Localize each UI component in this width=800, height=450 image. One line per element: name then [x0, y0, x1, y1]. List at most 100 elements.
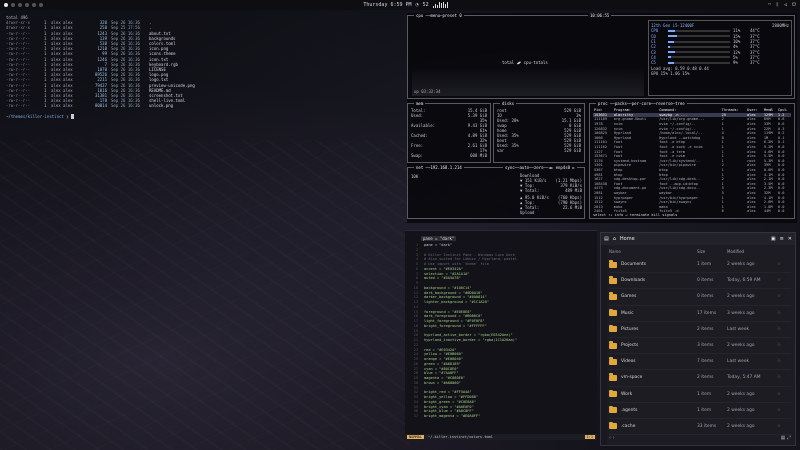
disks-box: disks root 529 GiB IO 3% Used: 28% 15.1 GiB sw… — [493, 101, 585, 163]
folder-name: Downloads — [621, 278, 646, 284]
mem-stat-label: Free: — [411, 143, 424, 148]
folder-name-cell: Games — [609, 292, 697, 300]
folder-size: 17 items — [697, 310, 717, 316]
cpu-core-usage: 15% — [733, 33, 741, 39]
star-icon[interactable]: ☆ — [777, 392, 785, 397]
cpu-core-temp: 44°C — [750, 28, 760, 34]
folder-icon — [609, 389, 617, 398]
workspace-6[interactable] — [39, 3, 43, 7]
star-icon[interactable]: ☆ — [777, 343, 785, 348]
cpu-box: cpu ──menu─preset 0 10:06:55 total ◢◤ cp… — [407, 13, 795, 99]
folder-name: .cache — [621, 423, 636, 429]
folder-row[interactable]: .cache 33 items 2 weeks ago ☆ — [609, 419, 791, 436]
column-modified[interactable]: Modified — [727, 249, 777, 254]
column-headers: Name Size Modified — [609, 247, 791, 255]
net-box-title[interactable]: net ──192.168.1.214 — [414, 165, 464, 170]
folder-size: 1 item — [697, 407, 712, 413]
star-icon[interactable]: ☆ — [777, 424, 785, 429]
star-icon[interactable]: ☆ — [777, 359, 785, 364]
line-text: bright_foreground = "#FFFFFF" — [424, 323, 487, 328]
power-icon[interactable]: ⏻ — [792, 2, 796, 8]
column-name[interactable]: Name — [609, 249, 697, 254]
file-owner: alex alex — [51, 103, 73, 109]
disks-box-title[interactable]: disks — [500, 101, 517, 106]
folder-row[interactable]: Documents 1 item 2 weeks ago ☆ — [609, 257, 791, 274]
mem-stats: Total: 15.4 GiB Used: 5.39 GiB 35% Available:… — [411, 108, 487, 158]
cpu-core-name: C1 — [651, 39, 656, 45]
grid-view-icon[interactable]: ▦ ⤢ — [781, 435, 791, 443]
cpu-core-usage: 5% — [733, 54, 738, 60]
cpu-core-bar — [668, 29, 730, 32]
workspace-1[interactable] — [4, 3, 8, 7]
wifi-icon[interactable]: ◠ — [768, 2, 771, 8]
folder-row[interactable]: Games 0 items 2 weeks ago ☆ — [609, 289, 791, 306]
column-size[interactable]: Size — [697, 249, 727, 254]
star-icon[interactable]: ☆ — [777, 294, 785, 299]
cpu-core-name: C0 — [651, 33, 656, 39]
file-name: unlock.png — [149, 103, 174, 109]
battery-label: 52 — [422, 2, 429, 8]
workspace-3[interactable] — [18, 3, 22, 7]
star-icon[interactable]: ☆ — [777, 408, 785, 413]
workspace-2[interactable] — [11, 3, 15, 7]
editor-line[interactable]: 37 bright_magenta = "#E0A0FF" — [407, 414, 597, 419]
sidebar-toggle-icon[interactable]: ▤ — [604, 236, 609, 242]
cpu-box-title[interactable]: cpu ──menu─preset 0 — [414, 13, 464, 18]
star-icon[interactable]: ☆ — [777, 327, 785, 332]
line-text: pane = "dark" — [424, 243, 453, 247]
new-folder-icon[interactable]: ▣ — [771, 236, 776, 242]
clock[interactable]: Thursday 6:59 PM — [363, 2, 411, 8]
folder-row[interactable]: Videos 7 items Last week ☆ — [609, 354, 791, 371]
nvim-editor[interactable]: pane = "dark" 1 pane = "dark" 2 3 # Killer I… — [405, 230, 597, 440]
folder-row[interactable]: Downloads 0 items Today, 6:59 AM ☆ — [609, 273, 791, 290]
btop-window[interactable]: cpu ──menu─preset 0 10:06:55 total ◢◤ cp… — [407, 13, 797, 223]
folder-icon — [609, 373, 617, 381]
cpu-core-bar — [668, 61, 730, 64]
star-icon[interactable]: ☆ — [777, 278, 785, 283]
star-icon[interactable]: ☆ — [777, 375, 785, 380]
star-icon[interactable]: ☆ — [777, 311, 785, 316]
mem-box: mem Total: 15.4 GiB Used: 5.39 GiB 35% Availa… — [407, 101, 491, 163]
terminal-window[interactable]: total 496 drwxr-xr-x 1 alex alex 320 Sep 26 … — [2, 13, 402, 133]
folder-row[interactable]: vm-space 2 items Today, 5:47 AM ☆ — [609, 370, 791, 387]
cpu-graph-label: total ◢◤ cpu-totals — [502, 60, 548, 65]
folder-row[interactable]: .agents 1 item 2 weeks ago ☆ — [609, 403, 791, 419]
folder-modified: 2 weeks ago — [727, 391, 755, 397]
star-icon[interactable]: ☆ — [777, 262, 785, 267]
folder-icon — [609, 276, 617, 284]
folder-icon — [609, 357, 617, 365]
file-list: Documents 1 item 2 weeks ago ☆ Downloads 0 it… — [609, 257, 791, 436]
folder-row[interactable]: Projects 3 items 2 weeks ago ☆ — [609, 338, 791, 355]
folder-modified: Today, 6:59 AM — [727, 278, 761, 284]
folder-row[interactable]: Work 1 item 2 weeks ago ☆ — [609, 387, 791, 403]
cpu-core-usage: 11% — [733, 28, 741, 34]
editor-buffer[interactable]: 1 pane = "dark" 2 3 # Killer Instinct Pane -… — [407, 243, 597, 419]
line-text: bright_magenta = "#E0A0FF" — [424, 414, 481, 418]
nav-arrows-icon[interactable]: ‹ › — [609, 435, 615, 443]
workspace-5[interactable] — [32, 3, 36, 7]
folder-row[interactable]: Pictures 2 items Last week ☆ — [609, 322, 791, 338]
shell-prompt[interactable]: ~/themes/killer-instinct ❯ — [6, 114, 398, 120]
bluetooth-icon[interactable]: ᛒ — [776, 2, 779, 8]
line-text: muted = "#5A5A78" — [424, 276, 461, 281]
link-count: 1 — [44, 103, 47, 109]
volume-icon[interactable]: ◁ — [784, 2, 787, 8]
folder-size: 0 items — [697, 278, 714, 284]
workspace-4[interactable] — [25, 3, 29, 7]
mem-stat-label: Cached: — [411, 133, 428, 138]
folder-name-cell: vm-space — [609, 373, 697, 381]
folder-modified: 2 weeks ago — [727, 262, 755, 268]
workspace-indicators — [4, 3, 43, 7]
mem-box-title[interactable]: mem — [414, 101, 426, 106]
file-manager-window[interactable]: ▤ ⌂ Home ▣ ≡ ✕ Name Size Modified Docume… — [600, 232, 796, 446]
folder-row[interactable]: Music 17 items 3 weeks ago ☆ — [609, 306, 791, 322]
cpu-core-temp: 37°C — [750, 49, 760, 55]
close-icon[interactable]: ✕ — [788, 236, 792, 242]
net-modes[interactable]: sync──auto──zero──◄► enp4s0 ► — [503, 165, 577, 170]
menu-icon[interactable]: ≡ — [780, 236, 784, 242]
editor-tab[interactable]: pane = "dark" — [421, 236, 457, 241]
bell-icon[interactable]: ◔ — [416, 2, 419, 8]
mem-stat: Swap: 608 MiB — [411, 153, 487, 158]
proc-box-title[interactable]: proc ──packs──per-core──reverse─tree — [596, 101, 687, 106]
location-title[interactable]: Home — [620, 236, 635, 242]
